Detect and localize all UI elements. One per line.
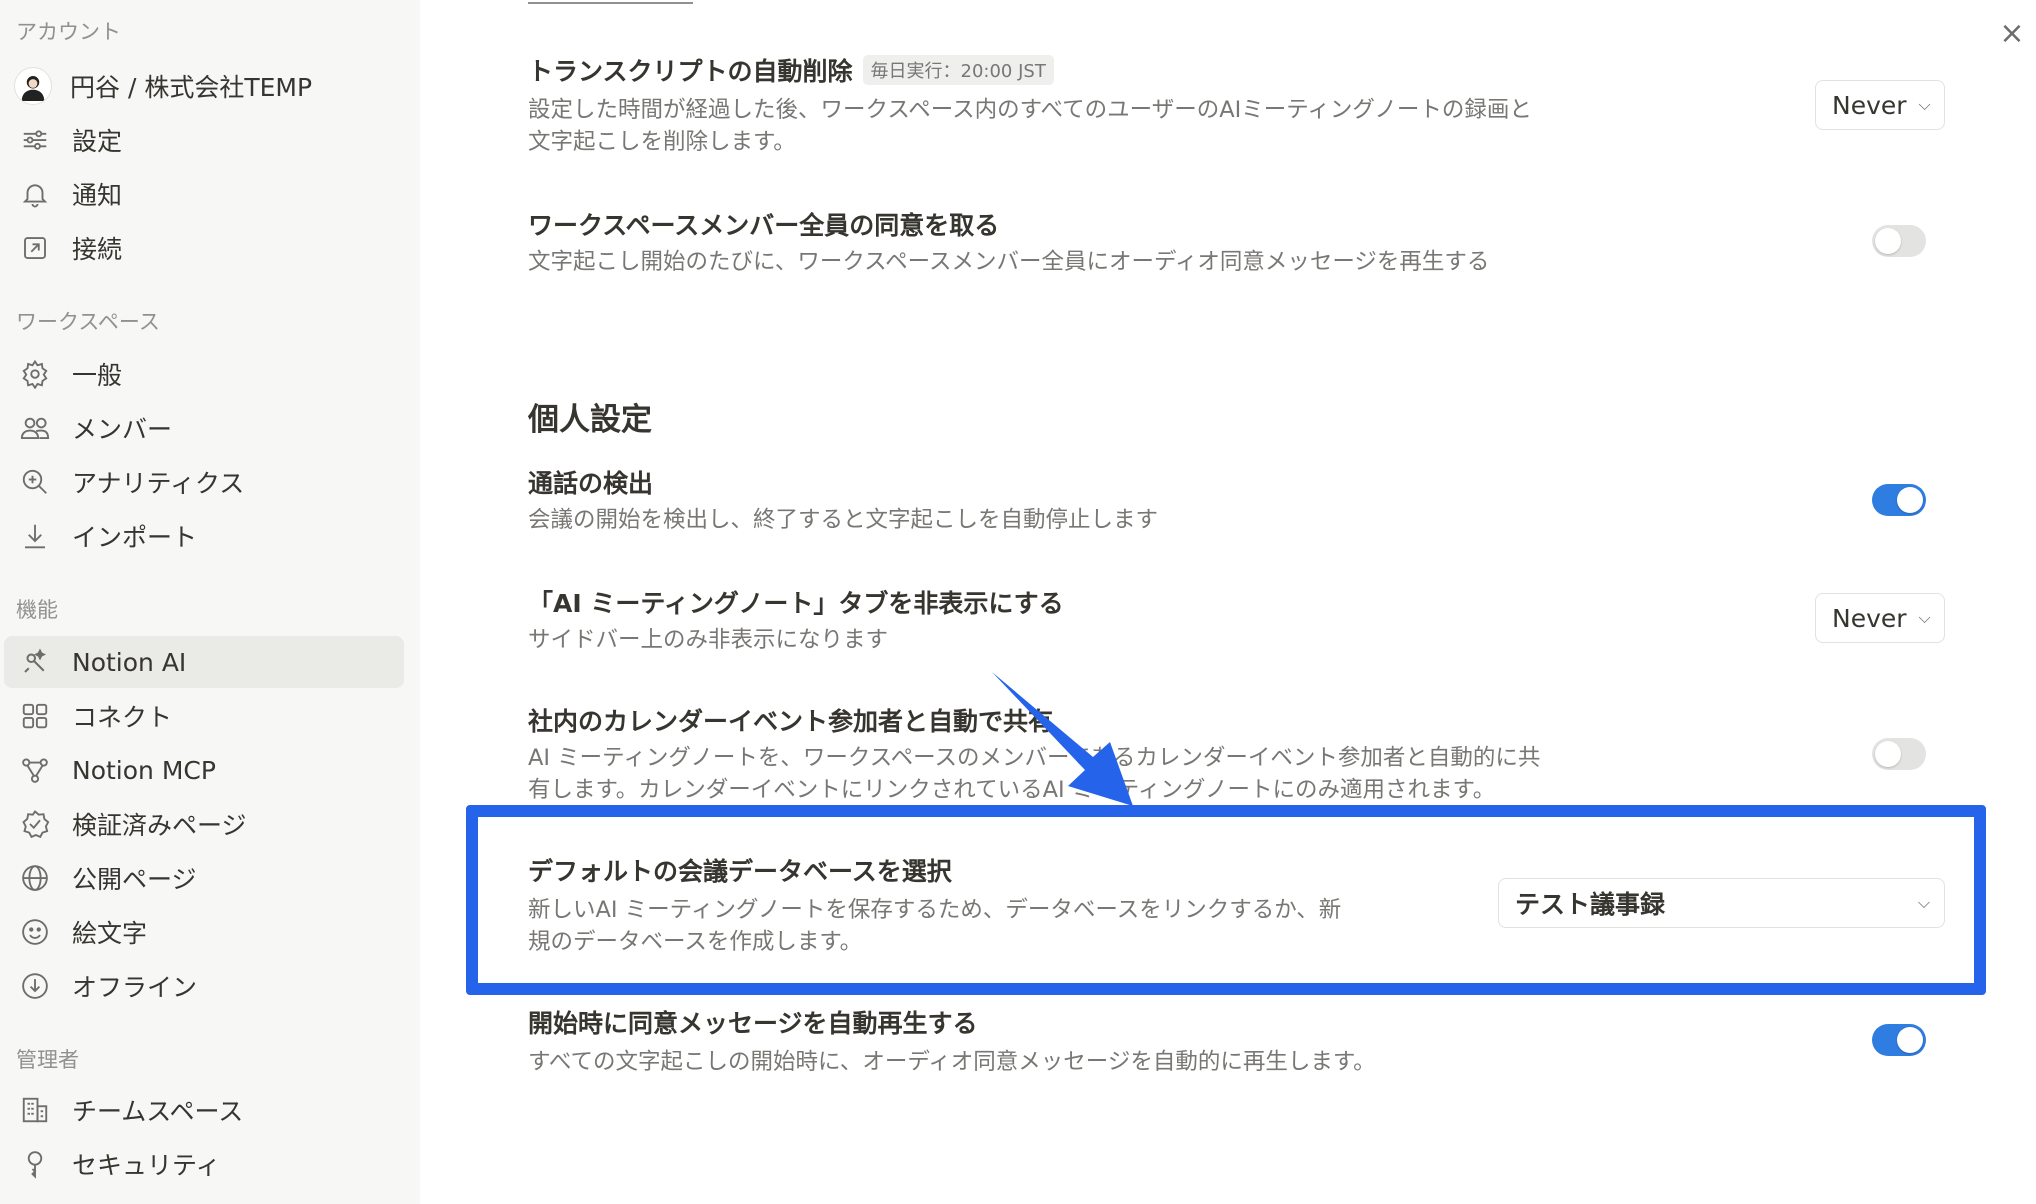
sidebar-item-label: Notion AI: [72, 647, 187, 677]
sidebar-item-import[interactable]: インポート: [4, 510, 404, 562]
sidebar-item-label: オフライン: [72, 973, 198, 1002]
bell-icon: [18, 177, 52, 211]
default-db-desc: 新しいAI ミーティングノートを保存するため、データベースをリンクするか、新 規…: [528, 897, 1342, 955]
section-label-account: アカウント: [16, 20, 121, 44]
member-consent-desc: 文字起こし開始のたびに、ワークスペースメンバー全員にオーディオ同意メッセージを再…: [528, 249, 1490, 275]
chevron-down-icon: ⌵: [1918, 95, 1931, 114]
settings-sidebar: アカウント 円谷 / 株式会社TEMP 設定 通知 接続 ワークスペース 一般 …: [0, 0, 420, 1204]
sidebar-item-label: 絵文字: [72, 919, 148, 948]
auto-consent-toggle[interactable]: [1872, 1024, 1926, 1056]
sidebar-item-label: コネクト: [72, 703, 173, 732]
calendar-share-desc: AI ミーティングノートを、ワークスペースのメンバーであるカレンダーイベント参加…: [528, 745, 1541, 803]
offline-download-icon: [18, 969, 52, 1003]
sidebar-item-label: アナリティクス: [72, 469, 245, 498]
transcript-delete-select[interactable]: Never ⌵: [1815, 80, 1945, 130]
gear-icon: [18, 357, 52, 391]
calendar-share-title: 社内のカレンダーイベント参加者と自動で共有: [528, 707, 1054, 736]
close-icon[interactable]: ×: [1996, 18, 2028, 50]
sidebar-item-emoji[interactable]: 絵文字: [4, 906, 404, 958]
transcript-delete-title: トランスクリプトの自動削除 毎日実行：20:00 JST: [528, 52, 1054, 88]
sidebar-item-teamspaces[interactable]: チームスペース: [4, 1084, 404, 1136]
notion-ai-icon: [18, 645, 52, 679]
sliders-icon: [18, 123, 52, 157]
sidebar-item-analytics[interactable]: アナリティクス: [4, 456, 404, 508]
smiley-icon: [18, 915, 52, 949]
sidebar-item-connect[interactable]: コネクト: [4, 690, 404, 742]
transcript-delete-desc: 設定した時間が経過した後、ワークスペース内のすべてのユーザーのAIミーティングノ…: [528, 97, 1532, 155]
globe-icon: [18, 861, 52, 895]
settings-main: × トランスクリプトの自動削除 毎日実行：20:00 JST 設定した時間が経過し…: [420, 0, 2036, 1204]
chevron-down-icon: ⌵: [1917, 893, 1930, 912]
sidebar-item-label: チームスペース: [72, 1097, 244, 1126]
sidebar-item-label: 通知: [72, 181, 123, 210]
member-consent-toggle[interactable]: [1872, 225, 1926, 257]
auto-consent-desc: すべての文字起こしの開始時に、オーディオ同意メッセージを自動的に再生します。: [528, 1049, 1376, 1075]
hide-tab-title: 「AI ミーティングノート」タブを非表示にする: [528, 589, 1064, 618]
sidebar-item-offline[interactable]: オフライン: [4, 960, 404, 1012]
call-detect-toggle[interactable]: [1872, 484, 1926, 516]
sidebar-item-notion-mcp[interactable]: Notion MCP: [4, 744, 404, 796]
calendar-share-toggle[interactable]: [1872, 738, 1926, 770]
building-icon: [18, 1093, 52, 1127]
sidebar-item-label: 検証済みページ: [72, 811, 247, 840]
chevron-down-icon: ⌵: [1918, 608, 1931, 627]
download-icon: [18, 519, 52, 553]
section-label-features: 機能: [16, 598, 58, 622]
network-icon: [18, 753, 52, 787]
toggle-knob: [1897, 1027, 1923, 1053]
zoom-in-icon: [18, 465, 52, 499]
sidebar-item-notion-ai[interactable]: Notion AI: [4, 636, 404, 688]
sidebar-item-settings[interactable]: 設定: [4, 114, 404, 166]
personal-settings-heading: 個人設定: [528, 402, 652, 438]
key-icon: [18, 1147, 52, 1181]
grid-icon: [18, 699, 52, 733]
hide-tab-select[interactable]: Never ⌵: [1815, 593, 1945, 643]
auto-consent-title: 開始時に同意メッセージを自動再生する: [528, 1009, 978, 1038]
hide-tab-desc: サイドバー上のみ非表示になります: [528, 627, 889, 653]
section-label-admin: 管理者: [16, 1048, 79, 1072]
sidebar-item-label: 一般: [72, 361, 123, 390]
toggle-knob: [1897, 487, 1923, 513]
sidebar-item-notifications[interactable]: 通知: [4, 168, 404, 220]
default-db-select[interactable]: テスト議事録 ⌵: [1498, 878, 1945, 928]
sidebar-item-label: Notion MCP: [72, 755, 216, 785]
sidebar-item-members[interactable]: メンバー: [4, 402, 404, 454]
people-icon: [18, 411, 52, 445]
toggle-knob: [1875, 741, 1901, 767]
sidebar-item-security[interactable]: セキュリティ: [4, 1138, 404, 1190]
schedule-badge: 毎日実行：20:00 JST: [862, 55, 1054, 85]
toggle-knob: [1875, 228, 1901, 254]
external-link-icon: [18, 231, 52, 265]
truncated-link[interactable]: [528, 0, 693, 4]
call-detect-title: 通話の検出: [528, 469, 654, 498]
sidebar-item-label: メンバー: [72, 415, 173, 444]
call-detect-desc: 会議の開始を検出し、終了すると文字起こしを自動停止します: [528, 507, 1159, 533]
section-label-workspace: ワークスペース: [16, 310, 160, 334]
sidebar-item-connections[interactable]: 接続: [4, 222, 404, 274]
sidebar-item-general[interactable]: 一般: [4, 348, 404, 400]
sidebar-item-label: セキュリティ: [72, 1151, 221, 1180]
sidebar-item-verified-pages[interactable]: 検証済みページ: [4, 798, 404, 850]
default-db-title: デフォルトの会議データベースを選択: [528, 857, 952, 886]
sidebar-item-account[interactable]: 円谷 / 株式会社TEMP: [4, 60, 404, 112]
avatar: [14, 67, 52, 105]
sidebar-item-public-pages[interactable]: 公開ページ: [4, 852, 404, 904]
sidebar-item-label: 円谷 / 株式会社TEMP: [70, 73, 313, 102]
sidebar-item-label: インポート: [72, 523, 198, 552]
member-consent-title: ワークスペースメンバー全員の同意を取る: [528, 211, 1000, 240]
sidebar-item-label: 設定: [72, 127, 123, 156]
sidebar-item-label: 接続: [72, 235, 123, 264]
sidebar-item-label: 公開ページ: [72, 865, 197, 894]
verified-badge-icon: [18, 807, 52, 841]
